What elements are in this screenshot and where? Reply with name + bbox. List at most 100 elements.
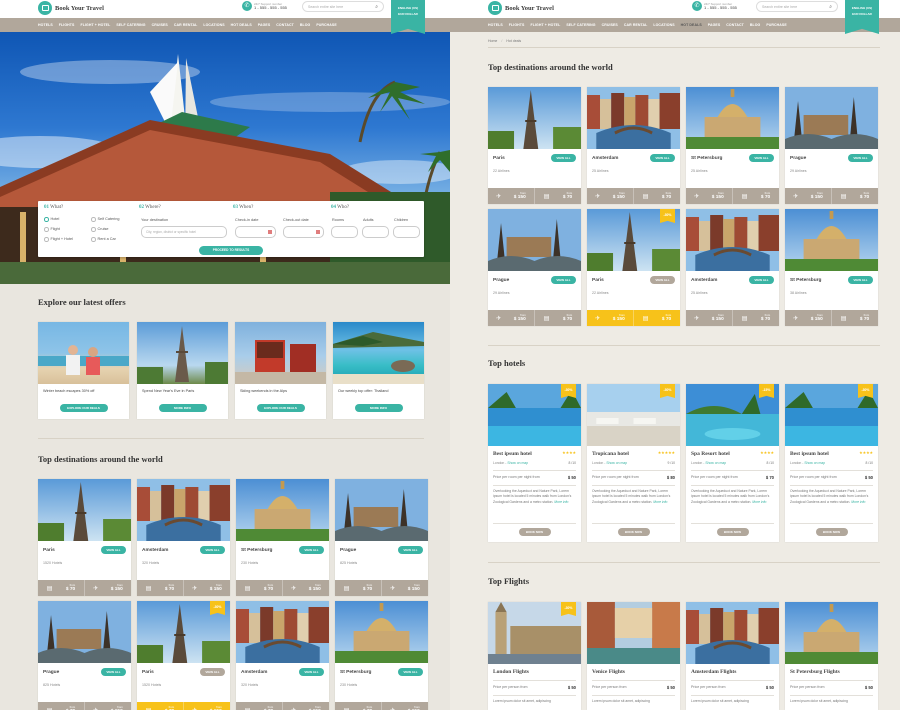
calendar-icon[interactable] (268, 230, 272, 234)
view-all-button[interactable]: VIEW ALL (398, 668, 423, 676)
view-all-button[interactable]: VIEW ALL (749, 276, 774, 284)
nav-item[interactable]: HOTELS (38, 23, 53, 27)
flight-card[interactable]: Venice Flights Price per person from $ 50 L… (587, 602, 680, 710)
nav-item[interactable]: FLIGHT + HOTEL (530, 23, 560, 27)
view-all-button[interactable]: VIEW ALL (101, 668, 126, 676)
option-cruise[interactable]: Cruise (91, 227, 108, 232)
hotel-card[interactable]: -30% Tropicana hotel ★★★★★ London - Show on… (587, 384, 680, 542)
nav-item[interactable]: FLIGHTS (59, 23, 75, 27)
destination-card[interactable]: St Petersburg VIEW ALL 38 Airlines ✈ from $ 1… (785, 209, 878, 326)
nav-item[interactable]: CRUISES (602, 23, 618, 27)
offer-button[interactable]: EXPLORE OUR DEALS (59, 404, 108, 412)
show-on-map-link[interactable]: Show on map (804, 461, 825, 465)
nav-item[interactable]: FLIGHT + HOTEL (80, 23, 110, 27)
view-all-button[interactable]: VIEW ALL (551, 276, 576, 284)
flight-card[interactable]: -30% London Flights Price per person from $… (488, 602, 581, 710)
show-on-map-link[interactable]: Show on map (606, 461, 627, 465)
proceed-button[interactable]: PROCEED TO RESULTS (199, 246, 263, 255)
destination-card[interactable]: -30% Paris VIEW ALL 1520 Hotels ▤from$ 70✈fr… (137, 601, 230, 710)
offer-button[interactable]: MORE INFO (354, 404, 403, 412)
logo[interactable]: Book Your Travel (38, 1, 104, 15)
nav-item[interactable]: CONTACT (276, 23, 294, 27)
nav-item[interactable]: HOT DEALS (681, 23, 702, 27)
more-info-link[interactable]: More info (653, 500, 667, 504)
view-all-button[interactable]: VIEW ALL (551, 154, 576, 162)
destination-card[interactable]: St Petersburg VIEW ALL 25 Airlines ✈ from $ 1… (686, 87, 779, 204)
checkout-input[interactable] (283, 226, 324, 238)
option-rent-car[interactable]: Rent a Car (91, 237, 116, 242)
nav-item[interactable]: PURCHASE (316, 23, 336, 27)
hotel-card[interactable]: -15% Spa Resort hotel ★★★★ London - Show on… (686, 384, 779, 542)
nav-item[interactable]: CAR RENTAL (174, 23, 198, 27)
view-all-button[interactable]: VIEW ALL (200, 546, 225, 554)
hotel-card[interactable]: -30% Best ipsum hotel ★★★★ London - Show on… (785, 384, 878, 542)
destination-card[interactable]: PragueVIEW ALL825 Hotels▤from$ 70✈from$ … (335, 479, 428, 596)
calendar-icon[interactable] (316, 230, 320, 234)
checkin-input[interactable] (235, 226, 276, 238)
destination-card[interactable]: PragueVIEW ALL825 Hotels▤from$ 70✈from$ … (38, 601, 131, 710)
destination-card[interactable]: Prague VIEW ALL 29 Airlines ✈ from $ 150 ▤ from… (488, 209, 581, 326)
hotel-card[interactable]: -30% Best ipsum hotel ★★★★ London - Show on… (488, 384, 581, 542)
destination-card[interactable]: AmsterdamVIEW ALL320 Hotels▤from$ 70✈fro… (137, 479, 230, 596)
view-all-button[interactable]: VIEW ALL (299, 668, 324, 676)
offer-button[interactable]: MORE INFO (158, 404, 207, 412)
view-all-button[interactable]: VIEW ALL (200, 668, 225, 676)
offer-button[interactable]: EXPLORE OUR DEALS (256, 404, 305, 412)
lang-currency-ribbon[interactable]: ENGLISH (US) EUR DOLLAR (845, 0, 879, 34)
offer-card[interactable]: Winter beach escapes 30% off EXPLORE OUR… (38, 322, 129, 419)
rooms-input[interactable] (331, 226, 358, 238)
flight-card[interactable]: St Petersburg Flights Price per person fr… (785, 602, 878, 710)
breadcrumb-home[interactable]: Home (488, 39, 497, 43)
logo[interactable]: Book Your Travel (488, 1, 554, 15)
view-all-button[interactable]: VIEW ALL (749, 154, 774, 162)
offer-card[interactable]: Skiing weekends in the Alps EXPLORE OUR … (235, 322, 326, 419)
destination-card[interactable]: Amsterdam VIEW ALL 25 Airlines ✈ from $ 150 ▤ f… (587, 87, 680, 204)
search-input[interactable]: Search entire site here ⌕ (302, 1, 384, 12)
nav-item[interactable]: LOCATIONS (203, 23, 224, 27)
radio-button[interactable] (91, 217, 96, 222)
book-now-button[interactable]: BOOK NOW (716, 528, 749, 536)
option-flight[interactable]: Flight (44, 227, 60, 232)
destination-card[interactable]: -30% Paris VIEW ALL 22 Airlines ✈ from $ 150 ▤ f… (587, 209, 680, 326)
book-now-button[interactable]: BOOK NOW (617, 528, 650, 536)
more-info-link[interactable]: More info (554, 500, 568, 504)
option-flight-hotel[interactable]: Flight + Hotel (44, 237, 73, 242)
view-all-button[interactable]: VIEW ALL (299, 546, 324, 554)
more-info-link[interactable]: More info (752, 500, 766, 504)
nav-item[interactable]: SELF CATERING (566, 23, 595, 27)
destination-card[interactable]: AmsterdamVIEW ALL320 Hotels▤from$ 70✈fro… (236, 601, 329, 710)
search-input[interactable]: Search entire site here ⌕ (756, 1, 838, 12)
nav-item[interactable]: PAGES (708, 23, 721, 27)
nav-item[interactable]: CAR RENTAL (624, 23, 648, 27)
nav-item[interactable]: BLOG (750, 23, 761, 27)
option-hotel[interactable]: Hotel (44, 217, 59, 222)
radio-button[interactable] (91, 237, 96, 242)
radio-button[interactable] (44, 217, 49, 222)
destination-card[interactable]: St PetersburgVIEW ALL230 Hotels▤from$ 70… (236, 479, 329, 596)
view-all-button[interactable]: VIEW ALL (848, 276, 873, 284)
flight-card[interactable]: Amsterdam Flights Price per person from $ … (686, 602, 779, 710)
lang-currency-ribbon[interactable]: ENGLISH (US) EUR DOLLAR (391, 0, 425, 34)
destination-input[interactable]: City, region, district or specific hotel (141, 226, 227, 238)
nav-item[interactable]: LOCATIONS (653, 23, 674, 27)
more-info-link[interactable]: More info (851, 500, 865, 504)
nav-item[interactable]: BLOG (300, 23, 311, 27)
view-all-button[interactable]: VIEW ALL (398, 546, 423, 554)
destination-card[interactable]: Amsterdam VIEW ALL 25 Airlines ✈ from $ 150 ▤ f… (686, 209, 779, 326)
nav-item[interactable]: FLIGHTS (509, 23, 525, 27)
offer-card[interactable]: Our weekly top offer: Thailand MORE INFO (333, 322, 424, 419)
search-icon[interactable]: ⌕ (829, 4, 832, 10)
search-icon[interactable]: ⌕ (375, 4, 378, 10)
nav-item[interactable]: PAGES (258, 23, 271, 27)
adults-input[interactable] (362, 226, 389, 238)
nav-item[interactable]: PURCHASE (766, 23, 786, 27)
destination-card[interactable]: St PetersburgVIEW ALL230 Hotels▤from$ 70… (335, 601, 428, 710)
nav-item[interactable]: HOTELS (488, 23, 503, 27)
view-all-button[interactable]: VIEW ALL (101, 546, 126, 554)
offer-card[interactable]: Spend New Year's Eve in Paris MORE INFO (137, 322, 228, 419)
book-now-button[interactable]: BOOK NOW (815, 528, 848, 536)
nav-item[interactable]: SELF CATERING (116, 23, 145, 27)
show-on-map-link[interactable]: Show on map (507, 461, 528, 465)
nav-item[interactable]: CRUISES (152, 23, 168, 27)
destination-card[interactable]: Paris VIEW ALL 1520 Hotels ▤ from $ 70 ✈ from $ … (38, 479, 131, 596)
